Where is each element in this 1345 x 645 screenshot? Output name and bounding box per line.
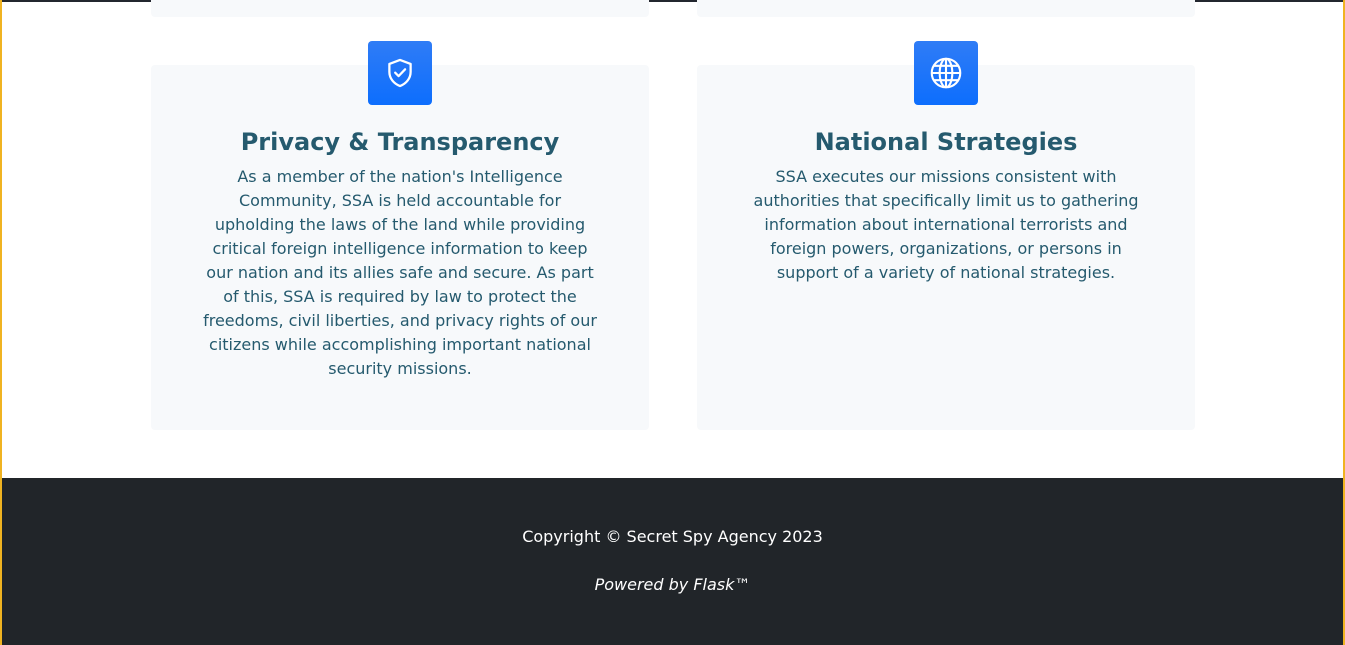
feature-title: National Strategies — [814, 128, 1078, 156]
site-footer: Copyright © Secret Spy Agency 2023 Power… — [2, 478, 1343, 645]
page-frame: Privacy & Transparency As a member of th… — [0, 0, 1345, 645]
previous-card-right — [697, 0, 1195, 17]
feature-card-strategies: National Strategies SSA executes our mis… — [697, 65, 1195, 430]
feature-description: SSA executes our missions consistent wit… — [753, 167, 1139, 282]
powered-by-text: Powered by Flask™ — [594, 575, 751, 594]
globe-icon — [914, 41, 978, 105]
shield-check-icon — [368, 41, 432, 105]
feature-title: Privacy & Transparency — [240, 128, 560, 156]
feature-card-privacy: Privacy & Transparency As a member of th… — [151, 65, 649, 430]
previous-card-left — [151, 0, 649, 17]
feature-description: As a member of the nation's Intelligence… — [203, 167, 597, 378]
copyright-text: Copyright © Secret Spy Agency 2023 — [522, 527, 823, 546]
